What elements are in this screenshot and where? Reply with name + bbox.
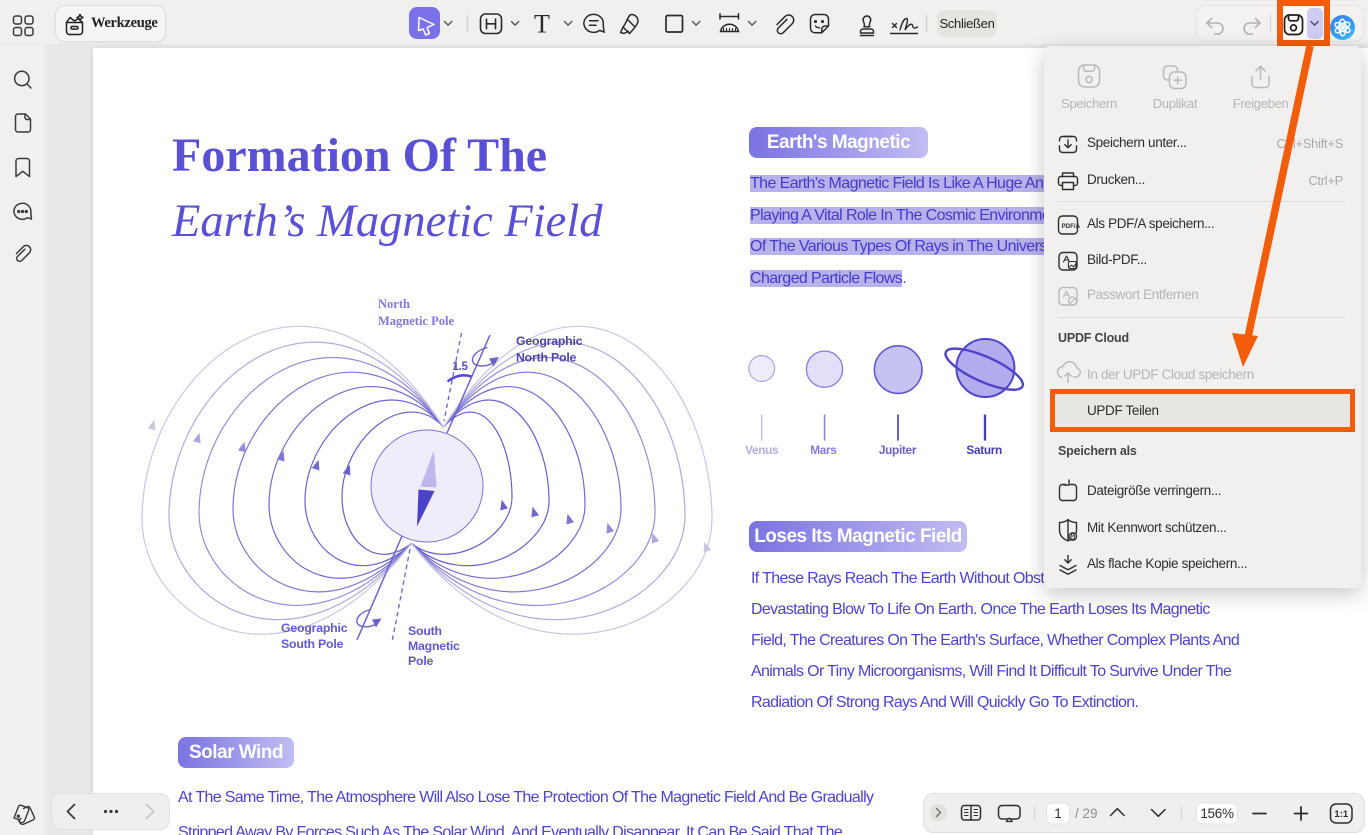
svg-text:Venus: Venus [745,443,779,457]
svg-text:Pole: Pole [408,654,434,668]
svg-text:Jupiter: Jupiter [879,443,917,457]
svg-text:South Pole: South Pole [281,637,344,651]
svg-text:1: 1 [1054,806,1062,821]
svg-text:South: South [408,624,442,638]
svg-text:Geographic: Geographic [281,621,348,635]
svg-text:Saturn: Saturn [966,443,1002,457]
svg-text:North Pole: North Pole [516,351,577,365]
svg-text:156%: 156% [1200,806,1234,821]
svg-text:1:1: 1:1 [1334,809,1348,820]
svg-text:1.5: 1.5 [453,361,469,373]
svg-text:Mars: Mars [810,443,837,457]
svg-text:Magnetic: Magnetic [408,639,460,653]
svg-text:Geographic: Geographic [516,334,583,348]
svg-text:North: North [378,297,410,311]
svg-text:/ 29: / 29 [1075,806,1098,821]
svg-text:PDF/A: PDF/A [1062,223,1081,230]
svg-text:Magnetic Pole: Magnetic Pole [378,314,454,328]
svg-text:T: T [534,10,550,39]
